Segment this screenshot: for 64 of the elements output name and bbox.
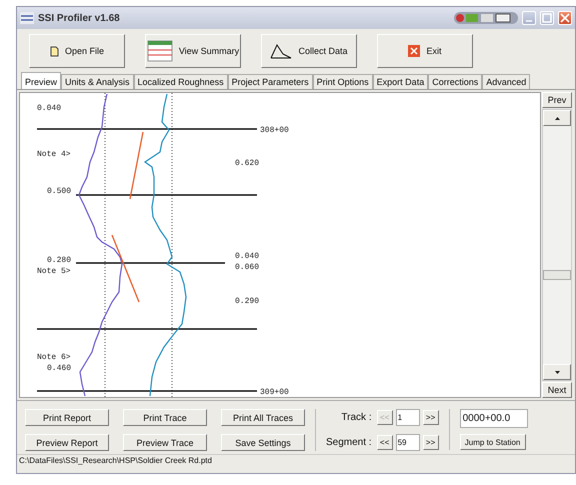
up-arrow-icon bbox=[554, 116, 560, 120]
back-button[interactable]: << bbox=[376, 435, 393, 450]
maximize-icon bbox=[542, 13, 552, 23]
forward-button[interactable]: >> bbox=[422, 410, 439, 425]
tab[interactable]: Advanced bbox=[482, 74, 530, 89]
value-label: 0.040 bbox=[37, 104, 62, 113]
value-label: 0.500 bbox=[47, 187, 72, 196]
action-button[interactable]: Print Report bbox=[25, 409, 109, 426]
tab[interactable]: Localized Roughness bbox=[134, 74, 228, 89]
value-label: 0.460 bbox=[47, 364, 72, 373]
document-icon bbox=[50, 46, 59, 56]
tray-icons-drawing bbox=[454, 11, 518, 25]
slope-line bbox=[111, 234, 140, 302]
scrollbar[interactable] bbox=[542, 109, 572, 381]
action-button[interactable]: Preview Trace bbox=[123, 434, 207, 451]
tab[interactable]: Preview bbox=[21, 72, 62, 89]
minimize-button[interactable] bbox=[522, 11, 536, 25]
window-title: SSI Profiler v1.68 bbox=[38, 12, 121, 24]
note-label: Note 5> bbox=[37, 267, 71, 276]
number-field[interactable]: 1 bbox=[396, 409, 420, 426]
forward-button[interactable]: >> bbox=[422, 435, 439, 450]
note-label: Note 6> bbox=[37, 353, 71, 362]
nav-label: Segment : bbox=[326, 437, 373, 448]
tab[interactable]: Units & Analysis bbox=[61, 74, 134, 89]
close-button[interactable] bbox=[558, 11, 572, 25]
minimize-icon bbox=[525, 20, 533, 22]
value-label: 0.620 bbox=[235, 159, 260, 168]
tab[interactable]: Project Parameters bbox=[228, 74, 313, 89]
station-field[interactable]: 0000+00.0 bbox=[460, 409, 528, 428]
value-label: 0.290 bbox=[235, 297, 260, 306]
table-icon bbox=[146, 40, 173, 62]
tab[interactable]: Export Data bbox=[372, 74, 428, 89]
toolbar-button[interactable]: Exit bbox=[377, 34, 473, 68]
action-button[interactable]: Print All Traces bbox=[221, 409, 305, 426]
action-button[interactable]: Print Trace bbox=[123, 409, 207, 426]
app-icon bbox=[20, 12, 34, 24]
curve-icon bbox=[270, 43, 292, 59]
scroll-up-button[interactable] bbox=[543, 110, 571, 126]
slope-line bbox=[129, 132, 144, 200]
number-field[interactable]: 59 bbox=[396, 434, 420, 451]
tab[interactable]: Corrections bbox=[428, 74, 482, 89]
nav-label: Track : bbox=[340, 412, 373, 423]
toolbar-button[interactable]: Collect Data bbox=[261, 34, 357, 68]
next-button[interactable]: Next bbox=[542, 382, 572, 398]
action-button[interactable]: Preview Report bbox=[25, 434, 109, 451]
prev-button[interactable]: Prev bbox=[542, 92, 572, 108]
value-label: 0.040 bbox=[235, 252, 260, 261]
down-arrow-icon bbox=[554, 370, 560, 374]
note-label: Note 4> bbox=[37, 150, 71, 159]
scroll-thumb[interactable] bbox=[543, 270, 571, 280]
action-button[interactable]: Save Settings bbox=[221, 434, 305, 451]
toolbar-button[interactable]: Open File bbox=[29, 34, 125, 68]
close-icon bbox=[560, 13, 570, 23]
station-label: 308+00 bbox=[260, 126, 289, 135]
scroll-down-button[interactable] bbox=[543, 364, 571, 380]
value-label: 0.280 bbox=[47, 256, 72, 265]
tab[interactable]: Print Options bbox=[312, 74, 373, 89]
station-label: 309+00 bbox=[260, 388, 289, 397]
toolbar-button[interactable]: View Summary bbox=[145, 34, 241, 68]
maximize-button[interactable] bbox=[540, 11, 554, 25]
value-label: 0.060 bbox=[235, 263, 260, 272]
status-bar: C:\DataFiles\SSI_Research\HSP\Soldier Creek Rd.ptd bbox=[17, 454, 575, 466]
jump-button[interactable]: Jump to Station bbox=[460, 434, 526, 450]
close-icon bbox=[408, 45, 420, 57]
